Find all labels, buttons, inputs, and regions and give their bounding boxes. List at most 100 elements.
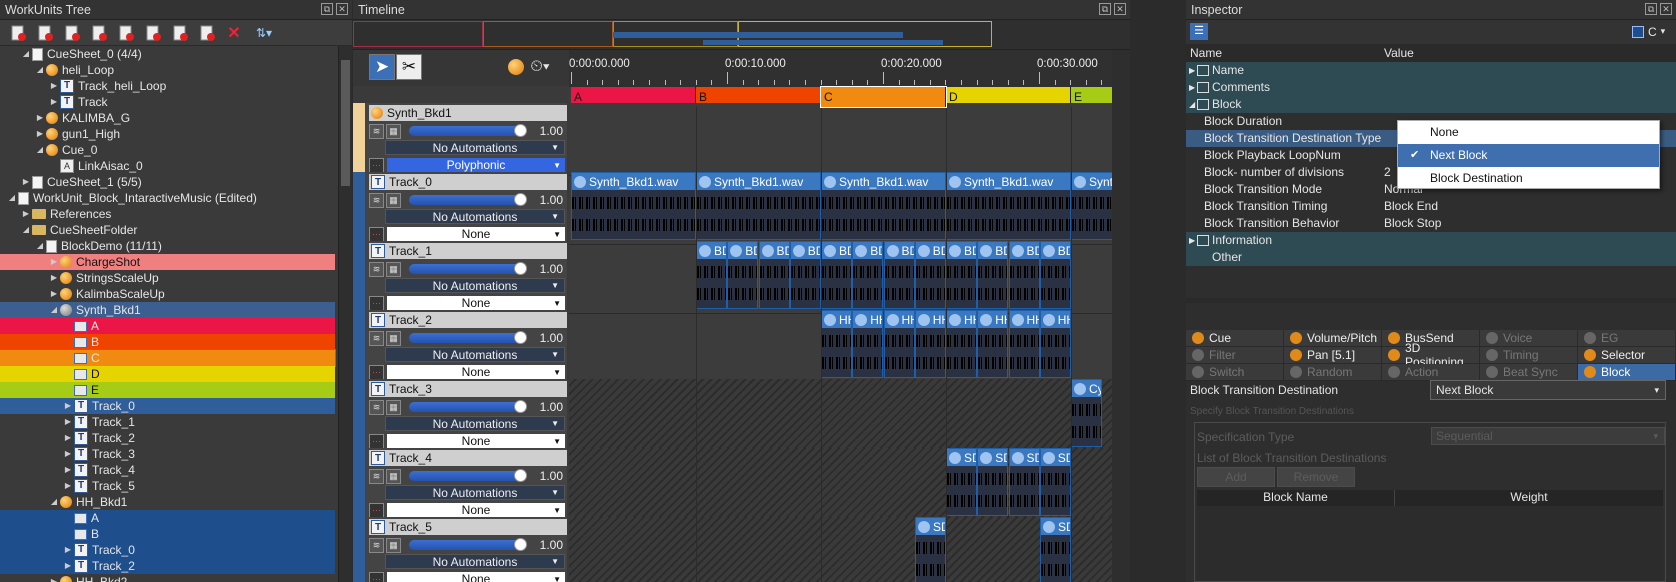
waveform-clip[interactable]: BD xyxy=(1008,241,1040,309)
property-row[interactable]: ▶ Information xyxy=(1186,232,1676,249)
tree-item[interactable]: ▶ ChargeShot xyxy=(0,254,335,270)
tree-item[interactable]: D xyxy=(0,366,335,382)
waveform-clip[interactable]: Cy xyxy=(1071,379,1102,447)
mode-dropdown[interactable]: None ▼ xyxy=(387,295,565,311)
tree-item[interactable]: ▶ T Track_5 xyxy=(0,478,335,494)
tree-item[interactable]: ◢ HH_Bkd1 xyxy=(0,494,335,510)
track-lane[interactable]: Cy xyxy=(569,379,1112,452)
track-lane[interactable]: SD SD SD SD xyxy=(569,448,1112,521)
tree-item[interactable]: ▶ T Track_3 xyxy=(0,446,335,462)
volume-knob[interactable] xyxy=(514,538,527,551)
waveform-clip[interactable]: HH xyxy=(821,310,852,378)
expand-arrow-icon[interactable]: ▶ xyxy=(48,574,60,582)
volume-slider[interactable] xyxy=(409,400,527,413)
tree-item[interactable]: ▶ StringsScaleUp xyxy=(0,270,335,286)
mute-icon[interactable]: ≋ xyxy=(369,192,384,208)
new-cuesheet-icon[interactable] xyxy=(8,24,28,42)
tree-item[interactable]: ▶ T Track_2 xyxy=(0,430,335,446)
volume-slider[interactable] xyxy=(409,331,527,344)
expand-arrow-icon[interactable]: ▶ xyxy=(1189,232,1195,249)
new-track-icon[interactable] xyxy=(89,24,109,42)
track-name[interactable]: T Track_4 xyxy=(369,450,567,466)
mute-icon[interactable]: ≋ xyxy=(369,537,384,553)
mode-dropdown[interactable]: None ▼ xyxy=(387,502,565,518)
tree-item[interactable]: ▶ T Track xyxy=(0,94,335,110)
volume-knob[interactable] xyxy=(514,400,527,413)
property-row[interactable]: ▶ Comments xyxy=(1186,79,1676,96)
tree-item[interactable]: A xyxy=(0,510,335,526)
time-ruler[interactable]: 0:00:00.000 0:00:10.000 0:00:20.000 0:00:30… xyxy=(569,50,1112,87)
more-icon[interactable]: ··· xyxy=(369,502,384,518)
property-row[interactable]: ▶ Name xyxy=(1186,62,1676,79)
mute-icon[interactable]: ≋ xyxy=(369,123,384,139)
track-header[interactable]: T Track_5 ≋ ▦ 1.00 No Automations ▼ ··· … xyxy=(353,517,567,582)
tree-item[interactable]: B xyxy=(0,526,335,542)
more-icon[interactable]: ··· xyxy=(369,571,384,582)
automation-dropdown[interactable]: No Automations ▼ xyxy=(385,554,565,569)
waveform-clip[interactable]: SD xyxy=(1008,448,1040,516)
tree-item[interactable]: A LinkAisac_0 xyxy=(0,158,335,174)
scissors-tool-icon[interactable]: ✂ xyxy=(396,54,422,80)
timeline-lanes[interactable]: 0:00:00.000 0:00:10.000 0:00:20.000 0:00:30… xyxy=(569,50,1112,582)
collapse-arrow-icon[interactable]: ◢ xyxy=(48,494,60,510)
more-icon[interactable]: ··· xyxy=(369,295,384,311)
more-icon[interactable]: ··· xyxy=(369,226,384,242)
record-icon[interactable] xyxy=(503,54,529,80)
expand-arrow-icon[interactable]: ▶ xyxy=(62,446,74,462)
track-name[interactable]: T Track_5 xyxy=(369,519,567,535)
mute-icon[interactable]: ≋ xyxy=(369,468,384,484)
collapse-arrow-icon[interactable]: ◢ xyxy=(1189,96,1195,113)
grid-icon[interactable]: ▦ xyxy=(386,192,401,208)
tree-item[interactable]: ◢ Synth_Bkd1 xyxy=(0,302,335,318)
tab[interactable]: Pan [5.1] xyxy=(1284,347,1382,364)
tree-scrollbar-thumb[interactable] xyxy=(341,60,350,186)
waveform-clip[interactable]: BD xyxy=(1039,241,1071,309)
tab[interactable]: Filter xyxy=(1186,347,1284,364)
tab[interactable]: EG xyxy=(1578,330,1676,347)
collapse-arrow-icon[interactable]: ◢ xyxy=(48,302,60,318)
waveform-clip[interactable]: BD xyxy=(883,241,915,309)
popup-option[interactable]: Next Block xyxy=(1398,144,1659,167)
collapse-arrow-icon[interactable]: ◢ xyxy=(34,238,46,254)
expand-arrow-icon[interactable]: ▶ xyxy=(62,414,74,430)
volume-slider[interactable] xyxy=(409,538,527,551)
waveform-clip[interactable]: HH xyxy=(852,310,884,378)
track-name[interactable]: T Track_3 xyxy=(369,381,567,397)
new-waveform-icon[interactable] xyxy=(116,24,136,42)
tab[interactable]: 3D Positioning xyxy=(1382,341,1480,369)
grid-icon[interactable]: ▦ xyxy=(386,330,401,346)
list-view-icon[interactable]: ☰ xyxy=(1190,23,1208,40)
track-lane[interactable]: BD BD BD BD BD BD BD BD BD BD BD BD xyxy=(569,241,1112,314)
expand-arrow-icon[interactable]: ▶ xyxy=(62,542,74,558)
property-row[interactable]: Block Transition Behavior Block Stop xyxy=(1186,215,1676,232)
close-icon[interactable]: ✕ xyxy=(1114,3,1126,15)
waveform-clip[interactable]: SD xyxy=(977,448,1009,516)
more-icon[interactable]: ··· xyxy=(369,364,384,380)
tree-item[interactable]: ▶ CueSheet_1 (5/5) xyxy=(0,174,335,190)
tree-item[interactable]: ◢ WorkUnit_Block_IntaractiveMusic (Edited… xyxy=(0,190,335,206)
waveform-clip[interactable]: BD xyxy=(852,241,884,309)
track-name[interactable]: T Track_2 xyxy=(369,312,567,328)
waveform-clip[interactable]: HH xyxy=(946,310,977,378)
float-icon[interactable]: ⧉ xyxy=(1645,3,1657,15)
tree-item[interactable]: C xyxy=(0,349,336,367)
track-header[interactable]: T Track_1 ≋ ▦ 1.00 No Automations ▼ ··· … xyxy=(353,241,567,314)
volume-knob[interactable] xyxy=(514,331,527,344)
waveform-clip[interactable]: HH xyxy=(1008,310,1040,378)
block-header[interactable]: C xyxy=(820,86,947,108)
volume-slider[interactable] xyxy=(409,469,527,482)
tree-item[interactable]: ◢ heli_Loop xyxy=(0,62,335,78)
tree-item[interactable]: ◢ BlockDemo (11/11) xyxy=(0,238,335,254)
new-folder-icon[interactable] xyxy=(35,24,55,42)
track-name[interactable]: T Track_0 xyxy=(369,174,567,190)
property-row[interactable]: Block Transition Timing Block End xyxy=(1186,198,1676,215)
expand-arrow-icon[interactable]: ▶ xyxy=(48,78,60,94)
expand-arrow-icon[interactable]: ▶ xyxy=(48,94,60,110)
expand-arrow-icon[interactable]: ▶ xyxy=(62,478,74,494)
waveform-clip[interactable]: SD xyxy=(915,517,946,582)
automation-dropdown[interactable]: No Automations ▼ xyxy=(385,347,565,362)
track-lane[interactable]: Synth_Bkd1.wav Synth_Bkd1.wav Synth_Bkd1… xyxy=(569,172,1112,245)
close-icon[interactable]: ✕ xyxy=(1660,3,1672,15)
mode-dropdown[interactable]: Polyphonic ▼ xyxy=(387,157,565,173)
tree-item[interactable]: ▶ KalimbaScaleUp xyxy=(0,286,335,302)
